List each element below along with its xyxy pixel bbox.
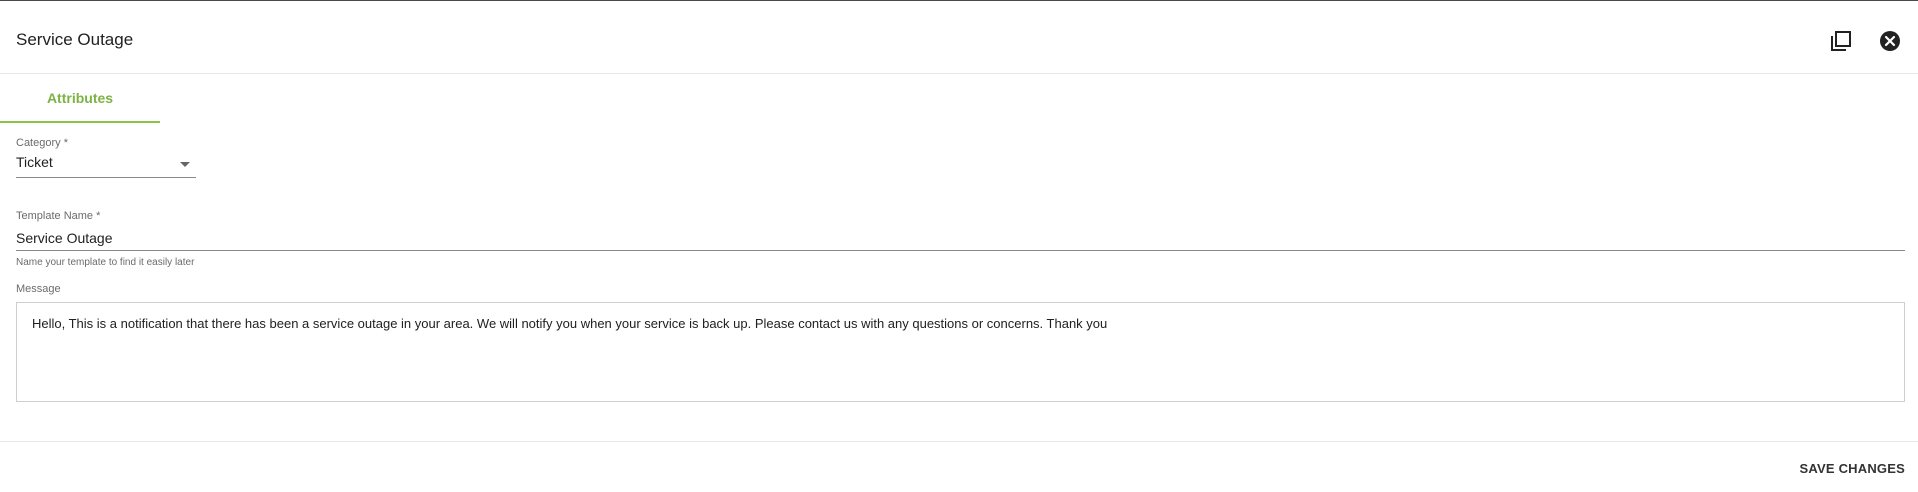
save-changes-button[interactable]: SAVE CHANGES xyxy=(1800,461,1905,476)
template-name-helper: Name your template to find it easily lat… xyxy=(16,257,195,268)
maximize-window-icon xyxy=(1831,31,1851,51)
dialog-header: Service Outage xyxy=(0,1,1918,74)
dialog-title: Service Outage xyxy=(16,30,134,49)
category-value: Ticket xyxy=(16,154,53,170)
maximize-button[interactable] xyxy=(1825,25,1857,57)
tab-attributes[interactable]: Attributes xyxy=(0,75,160,123)
category-label: Category * xyxy=(16,137,68,149)
message-label: Message xyxy=(16,283,61,295)
category-select[interactable]: Ticket xyxy=(16,153,196,178)
dropdown-caret-icon xyxy=(180,162,190,167)
template-dialog: Service Outage Attributes Category * Tic… xyxy=(0,0,1918,492)
dialog-footer: SAVE CHANGES xyxy=(0,441,1918,492)
template-name-label: Template Name * xyxy=(16,210,101,222)
close-circle-icon xyxy=(1880,31,1900,51)
template-name-input[interactable] xyxy=(16,225,1905,251)
message-textarea[interactable]: Hello, This is a notification that there… xyxy=(16,302,1905,402)
close-button[interactable] xyxy=(1874,25,1906,57)
